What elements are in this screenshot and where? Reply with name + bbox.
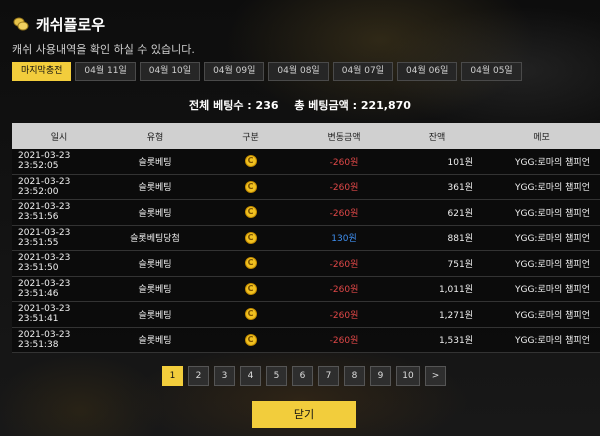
cell-memo: YGG:로마의 챔피언	[514, 259, 590, 270]
cell-type: 슬롯베팅	[138, 259, 172, 270]
cell-type: 슬롯베팅당첨	[130, 234, 180, 245]
header-date: 일시	[50, 132, 68, 143]
date-tabs: 마지막충전 04월 11일 04월 10일 04월 09일 04월 08일 04…	[12, 62, 522, 81]
cell-balance: 361원	[447, 183, 473, 194]
table-row: 2021-03-23 23:52:05 슬롯베팅 C -260원 101원 YG…	[12, 149, 600, 175]
coin-icon: C	[244, 180, 257, 193]
page-button[interactable]: 9	[370, 366, 391, 386]
table-header: 일시 유형 구분 변동금액 잔액 메모	[12, 123, 600, 149]
tab-date[interactable]: 04월 06일	[397, 62, 458, 81]
cell-balance: 751원	[447, 259, 473, 270]
cell-date: 2021-03-23 23:51:50	[18, 253, 71, 274]
next-page-button[interactable]: >	[425, 366, 446, 386]
cell-balance: 1,271원	[438, 310, 473, 321]
page-title: 캐쉬플로우	[36, 15, 106, 34]
page-button[interactable]: 5	[266, 366, 287, 386]
page-button[interactable]: 3	[214, 366, 235, 386]
coin-icon: C	[244, 257, 257, 270]
cell-balance: 1,011원	[438, 285, 473, 296]
cell-memo: YGG:로마의 챔피언	[514, 208, 590, 219]
page-subtitle: 캐쉬 사용내역을 확인 하실 수 있습니다.	[12, 43, 195, 56]
coin-icon: C	[244, 231, 257, 244]
table-row: 2021-03-23 23:51:56 슬롯베팅 C -260원 621원 YG…	[12, 200, 600, 226]
total-bet-count: 전체 베팅수 : 236	[189, 99, 279, 112]
table-row: 2021-03-23 23:52:00 슬롯베팅 C -260원 361원 YG…	[12, 174, 600, 200]
cell-date: 2021-03-23 23:52:05	[18, 151, 71, 172]
cell-type: 슬롯베팅	[138, 285, 172, 296]
page-button[interactable]: 2	[188, 366, 209, 386]
cell-date: 2021-03-23 23:51:55	[18, 227, 71, 248]
cell-memo: YGG:로마의 챔피언	[514, 285, 590, 296]
page-button[interactable]: 1	[162, 366, 183, 386]
cell-balance: 101원	[447, 157, 473, 168]
cell-change: -260원	[329, 310, 359, 321]
table-row: 2021-03-23 23:51:50 슬롯베팅 C -260원 751원 YG…	[12, 251, 600, 277]
total-bet-amount: 총 베팅금액 : 221,870	[294, 99, 411, 112]
tab-date[interactable]: 04월 07일	[332, 62, 394, 81]
title-row: 캐쉬플로우	[12, 12, 105, 36]
cashflow-modal: 캐쉬플로우 캐쉬 사용내역을 확인 하실 수 있습니다. 마지막충전 04월 1…	[0, 0, 600, 436]
header-change: 변동금액	[327, 132, 361, 143]
cell-type: 슬롯베팅	[138, 183, 172, 194]
coin-icon: C	[244, 206, 257, 219]
cell-change: -260원	[329, 259, 359, 270]
header-memo: 메모	[533, 132, 550, 143]
cell-memo: YGG:로마의 챔피언	[514, 157, 590, 168]
coin-icon: C	[244, 333, 257, 346]
cell-balance: 881원	[447, 234, 473, 245]
tab-date[interactable]: 04월 11일	[75, 62, 136, 81]
cell-change: 130원	[331, 234, 357, 245]
pagination: 1 2 3 4 5 6 7 8 9 10 >	[162, 366, 446, 386]
cell-date: 2021-03-23 23:52:00	[18, 176, 71, 197]
tab-date[interactable]: 04월 05일	[461, 62, 522, 81]
cell-type: 슬롯베팅	[138, 336, 172, 347]
cell-change: -260원	[329, 183, 359, 194]
header-type: 유형	[146, 132, 164, 143]
cell-change: -260원	[329, 157, 359, 168]
cell-change: -260원	[329, 208, 359, 219]
tab-last-charge[interactable]: 마지막충전	[12, 62, 72, 81]
page-button[interactable]: 7	[318, 366, 339, 386]
cell-date: 2021-03-23 23:51:46	[18, 278, 71, 299]
betting-summary: 전체 베팅수 : 236 총 베팅금액 : 221,870	[0, 97, 600, 113]
close-button[interactable]: 닫기	[252, 401, 356, 428]
cell-change: -260원	[329, 285, 359, 296]
cell-type: 슬롯베팅	[138, 310, 172, 321]
tab-date[interactable]: 04월 08일	[268, 62, 329, 81]
table-row: 2021-03-23 23:51:46 슬롯베팅 C -260원 1,011원 …	[12, 276, 600, 302]
cell-memo: YGG:로마의 챔피언	[514, 336, 590, 347]
header-balance: 잔액	[428, 132, 446, 143]
cell-memo: YGG:로마의 챔피언	[514, 183, 590, 194]
tab-date[interactable]: 04월 09일	[204, 62, 265, 81]
page-button[interactable]: 4	[240, 366, 261, 386]
cell-type: 슬롯베팅	[138, 208, 172, 219]
tab-date[interactable]: 04월 10일	[139, 62, 201, 81]
cell-date: 2021-03-23 23:51:38	[18, 329, 71, 350]
header-category: 구분	[242, 132, 259, 143]
cell-date: 2021-03-23 23:51:56	[18, 202, 71, 223]
cell-memo: YGG:로마의 챔피언	[514, 310, 590, 321]
cell-type: 슬롯베팅	[138, 157, 172, 168]
table-row: 2021-03-23 23:51:55 슬롯베팅당첨 C 130원 881원 Y…	[12, 225, 600, 251]
table-row: 2021-03-23 23:51:38 슬롯베팅 C -260원 1,531원 …	[12, 327, 600, 353]
cell-balance: 621원	[447, 208, 473, 219]
coin-icon: C	[244, 308, 257, 321]
cell-memo: YGG:로마의 챔피언	[514, 234, 590, 245]
coin-icon: C	[244, 282, 257, 295]
page-button[interactable]: 8	[344, 366, 365, 386]
cell-change: -260원	[329, 336, 359, 347]
history-table: 일시 유형 구분 변동금액 잔액 메모 2021-03-23 23:52:05 …	[12, 123, 600, 353]
cell-balance: 1,531원	[438, 336, 473, 347]
coins-icon	[12, 15, 30, 33]
page-button[interactable]: 6	[292, 366, 313, 386]
coin-icon: C	[244, 155, 257, 168]
cell-date: 2021-03-23 23:51:41	[18, 304, 71, 325]
page-button[interactable]: 10	[396, 366, 420, 386]
table-row: 2021-03-23 23:51:41 슬롯베팅 C -260원 1,271원 …	[12, 302, 600, 328]
